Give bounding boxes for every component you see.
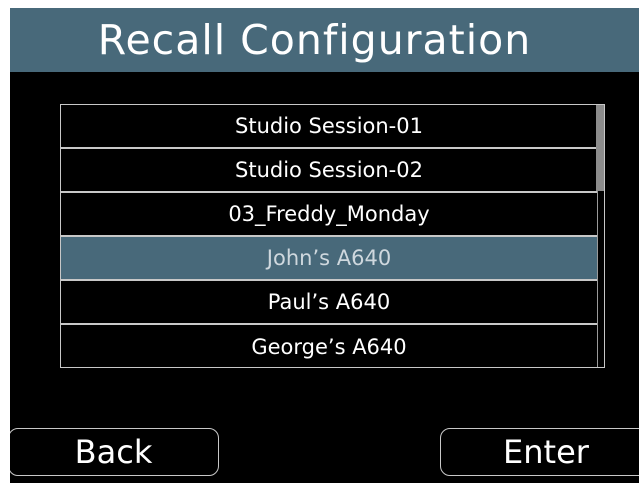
list-item-johns-a640[interactable]: John’s A640 <box>61 237 597 281</box>
enter-button[interactable]: Enter <box>440 428 639 476</box>
title-bar: Recall Configuration <box>10 8 639 72</box>
scrollbar-thumb[interactable] <box>596 105 604 191</box>
list-item-label: John’s A640 <box>266 246 392 270</box>
list-item-label: Studio Session-01 <box>235 114 423 138</box>
list-item-label: 03_Freddy_Monday <box>228 202 430 226</box>
list-item-pauls-a640[interactable]: Paul’s A640 <box>61 281 597 325</box>
list-item-label: Paul’s A640 <box>267 290 391 314</box>
enter-button-label: Enter <box>503 433 589 471</box>
list-item-georges-a640[interactable]: George’s A640 <box>61 325 597 369</box>
list-item-studio-session-01[interactable]: Studio Session-01 <box>61 105 597 149</box>
device-screen: Recall Configuration Studio Session-01 S… <box>10 8 639 483</box>
back-button[interactable]: Back <box>10 428 219 476</box>
back-button-label: Back <box>74 433 153 471</box>
list-item-03-freddy-monday[interactable]: 03_Freddy_Monday <box>61 193 597 237</box>
list-item-label: George’s A640 <box>251 335 407 359</box>
list-item-label: Studio Session-02 <box>235 158 423 182</box>
configuration-list[interactable]: Studio Session-01 Studio Session-02 03_F… <box>60 104 605 368</box>
page-title: Recall Configuration <box>97 16 532 64</box>
list-item-studio-session-02[interactable]: Studio Session-02 <box>61 149 597 193</box>
